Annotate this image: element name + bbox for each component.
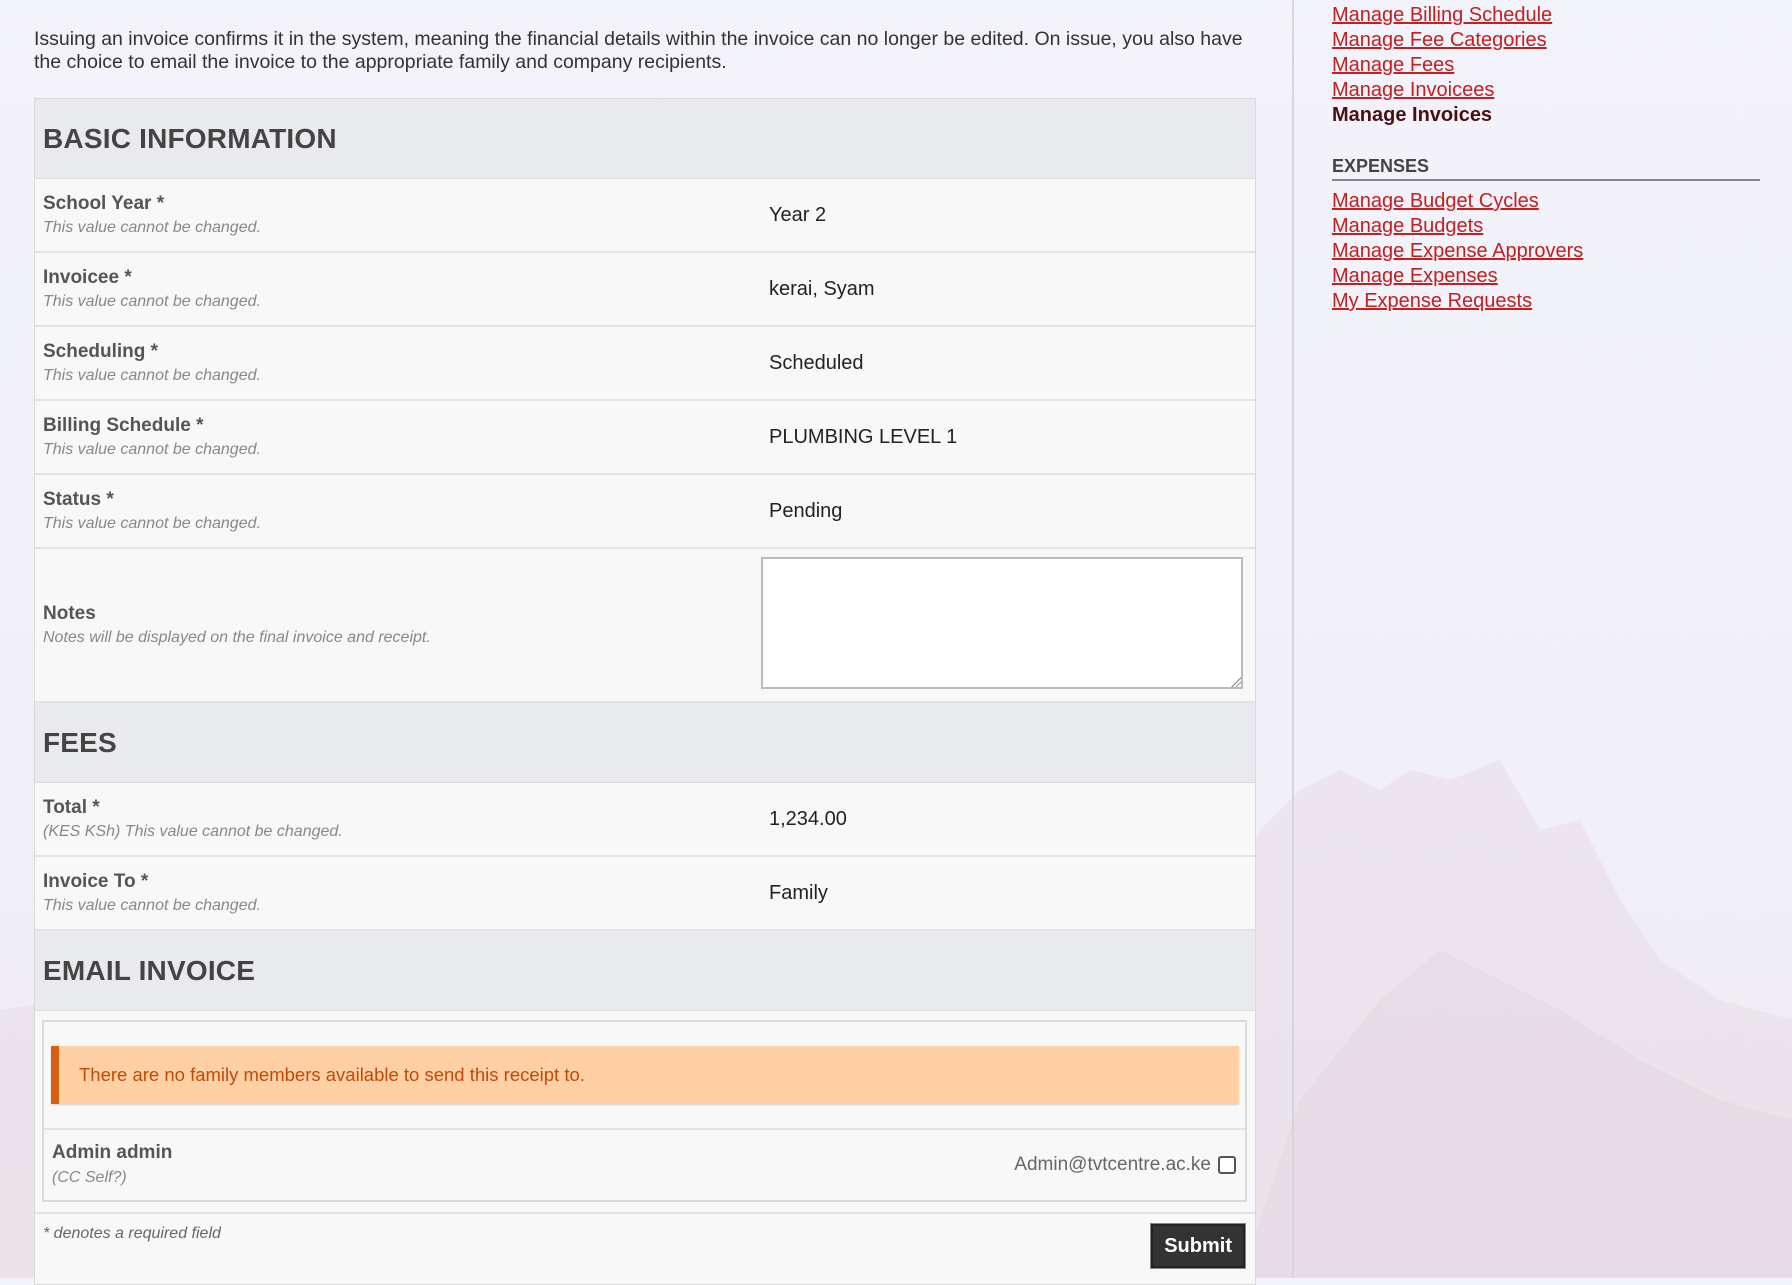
- status-desc: This value cannot be changed.: [43, 515, 261, 532]
- required-field-note: * denotes a required field: [43, 1225, 221, 1242]
- scheduling-label: Scheduling *: [43, 341, 159, 362]
- current-page-manage-invoices: Manage Invoices: [1332, 104, 1493, 126]
- row-notes: Notes Notes will be displayed on the fina…: [35, 549, 1255, 703]
- school-year-desc: This value cannot be changed.: [43, 219, 261, 236]
- sidebar-menu: Manage Billing Schedule Manage Fee Categ…: [1332, 0, 1760, 314]
- status-value: Pending: [769, 499, 843, 522]
- link-manage-invoicees[interactable]: Manage Invoicees: [1332, 78, 1760, 103]
- row-invoice-to: Invoice To * This value cannot be changed…: [35, 857, 1255, 931]
- form-footer: * denotes a required field Submit: [35, 1214, 1255, 1284]
- link-manage-fee-categories[interactable]: Manage Fee Categories: [1332, 28, 1760, 53]
- scheduling-desc: This value cannot be changed.: [43, 367, 261, 384]
- link-my-expense-requests[interactable]: My Expense Requests: [1332, 289, 1760, 314]
- link-manage-fees[interactable]: Manage Fees: [1332, 53, 1760, 78]
- invoicee-desc: This value cannot be changed.: [43, 293, 261, 310]
- notes-desc: Notes will be displayed on the final inv…: [43, 629, 431, 646]
- recipient-row: Admin admin (CC Self?) Admin@tvtcentre.a…: [44, 1128, 1245, 1200]
- notes-textarea[interactable]: [761, 557, 1243, 689]
- total-label: Total *: [43, 797, 100, 818]
- row-total: Total * (KES KSh) This value cannot be ch…: [35, 783, 1255, 857]
- row-school-year: School Year * This value cannot be change…: [35, 179, 1255, 253]
- row-status: Status * This value cannot be changed. Pe…: [35, 475, 1255, 549]
- row-billing-schedule: Billing Schedule * This value cannot be c…: [35, 401, 1255, 475]
- link-manage-expenses[interactable]: Manage Expenses: [1332, 264, 1760, 289]
- sidebar-divider: [1292, 0, 1294, 1278]
- issue-invoice-form: BASIC INFORMATION School Year * This valu…: [34, 98, 1256, 1285]
- school-year-value: Year 2: [769, 203, 827, 226]
- email-invoice-heading: EMAIL INVOICE: [43, 954, 256, 986]
- invoice-to-desc: This value cannot be changed.: [43, 897, 261, 914]
- intro-text: Issuing an invoice confirms it in the sy…: [34, 28, 1243, 73]
- invoice-to-label: Invoice To *: [43, 871, 149, 892]
- total-desc: (KES KSh) This value cannot be changed.: [43, 823, 343, 840]
- scheduling-value: Scheduled: [769, 351, 864, 374]
- invoice-to-value: Family: [769, 881, 828, 904]
- section-heading-basic: BASIC INFORMATION: [35, 99, 1255, 179]
- section-heading-fees: FEES: [35, 703, 1255, 783]
- link-manage-budgets[interactable]: Manage Budgets: [1332, 214, 1760, 239]
- no-family-warning: There are no family members available to…: [51, 1046, 1239, 1104]
- email-recipients-box: There are no family members available to…: [42, 1020, 1247, 1202]
- row-scheduling: Scheduling * This value cannot be changed…: [35, 327, 1255, 401]
- invoicee-value: kerai, Syam: [769, 277, 875, 300]
- fees-heading: FEES: [43, 726, 117, 758]
- resize-handle-icon[interactable]: [1231, 677, 1241, 687]
- link-manage-budget-cycles[interactable]: Manage Budget Cycles: [1332, 189, 1760, 214]
- recipient-name: Admin admin: [52, 1142, 173, 1163]
- status-label: Status *: [43, 489, 114, 510]
- recipient-cc-label: (CC Self?): [52, 1169, 127, 1186]
- main-content: Issuing an invoice confirms it in the sy…: [34, 0, 1256, 1285]
- total-value: 1,234.00: [769, 807, 847, 830]
- cc-self-checkbox[interactable]: [1218, 1156, 1236, 1174]
- row-invoicee: Invoicee * This value cannot be changed. …: [35, 253, 1255, 327]
- link-manage-billing-schedule[interactable]: Manage Billing Schedule: [1332, 3, 1760, 28]
- invoicee-label: Invoicee *: [43, 267, 132, 288]
- submit-button[interactable]: Submit: [1151, 1224, 1245, 1268]
- link-manage-expense-approvers[interactable]: Manage Expense Approvers: [1332, 239, 1760, 264]
- billing-schedule-value: PLUMBING LEVEL 1: [769, 425, 958, 448]
- basic-information-heading: BASIC INFORMATION: [43, 122, 337, 154]
- billing-schedule-desc: This value cannot be changed.: [43, 441, 261, 458]
- email-recipients-wrapper: There are no family members available to…: [35, 1011, 1255, 1214]
- recipient-email: Admin@tvtcentre.ac.ke: [1014, 1154, 1211, 1175]
- school-year-label: School Year *: [43, 193, 165, 214]
- section-heading-email: EMAIL INVOICE: [35, 931, 1255, 1011]
- billing-schedule-label: Billing Schedule *: [43, 415, 204, 436]
- notes-label: Notes: [43, 603, 96, 624]
- expenses-heading: EXPENSES: [1332, 156, 1760, 181]
